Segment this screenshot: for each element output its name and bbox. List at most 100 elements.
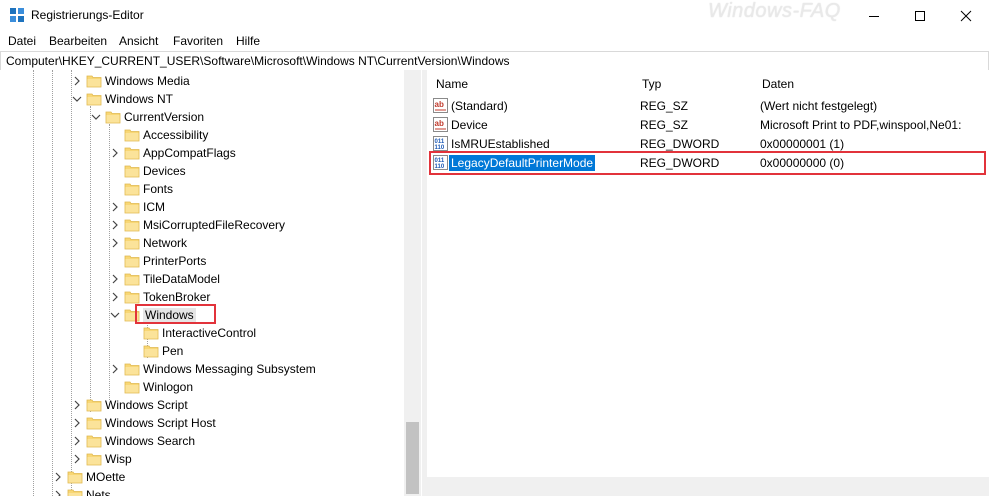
tree-item[interactable]: ICM <box>0 198 404 216</box>
menu-bar: Datei Bearbeiten Ansicht Favoriten Hilfe <box>0 31 989 51</box>
value-type: REG_SZ <box>640 99 689 113</box>
window-title: Registrierungs-Editor <box>31 8 144 22</box>
chevron-right-icon[interactable] <box>71 399 83 411</box>
string-value-icon: ab <box>433 117 448 132</box>
close-icon <box>960 10 972 21</box>
tree-item[interactable]: TileDataModel <box>0 270 404 288</box>
tree-item-label: Wisp <box>105 452 132 466</box>
tree-item-label: Windows Search <box>105 434 196 448</box>
chevron-down-icon[interactable] <box>90 111 102 123</box>
chevron-right-icon[interactable] <box>71 435 83 447</box>
tree-item-label: AppCompatFlags <box>143 146 236 160</box>
tree-item-label: MOette <box>86 470 126 484</box>
chevron-right-icon[interactable] <box>109 201 121 213</box>
value-type: REG_DWORD <box>640 137 720 151</box>
tree-item-label: Network <box>143 236 188 250</box>
tree-item[interactable]: Windows Messaging Subsystem <box>0 360 404 378</box>
minimize-button[interactable] <box>851 0 897 31</box>
chevron-right-icon[interactable] <box>71 453 83 465</box>
tree-item[interactable]: Windows Script <box>0 396 404 414</box>
tree-item[interactable]: Nets <box>0 486 404 496</box>
tree-item[interactable]: Pen <box>0 342 404 360</box>
tree-item-label: Windows Script Host <box>105 416 216 430</box>
tree-item[interactable]: Windows Script Host <box>0 414 404 432</box>
svg-text:ab: ab <box>435 119 444 128</box>
value-data: 0x00000001 (1) <box>760 137 845 151</box>
value-name: (Standard) <box>451 99 508 113</box>
close-button[interactable] <box>943 0 989 31</box>
tree-item[interactable]: Wisp <box>0 450 404 468</box>
address-bar[interactable]: Computer\HKEY_CURRENT_USER\Software\Micr… <box>0 51 989 71</box>
key-tree[interactable]: Windows Media Windows NT CurrentVersion Acc… <box>0 70 422 496</box>
value-name-text: (Standard) <box>451 99 508 113</box>
title-bar: Registrierungs-Editor Windows-FAQ <box>0 0 989 31</box>
chevron-right-icon[interactable] <box>109 147 121 159</box>
address-path[interactable]: Computer\HKEY_CURRENT_USER\Software\Micr… <box>6 54 509 68</box>
chevron-right-icon[interactable] <box>109 237 121 249</box>
chevron-right-icon[interactable] <box>109 363 121 375</box>
maximize-button[interactable] <box>897 0 943 31</box>
folder-icon <box>124 381 140 394</box>
value-name-text: Device <box>451 118 488 132</box>
folder-icon <box>86 417 102 430</box>
highlight-box-windows-key <box>135 304 216 324</box>
tree-scroll-thumb[interactable] <box>406 422 419 494</box>
value-row[interactable]: ab (Standard) REG_SZ (Wert nicht festgelegt… <box>427 96 987 115</box>
tree-item[interactable]: Fonts <box>0 180 404 198</box>
tree-item-label: Windows Media <box>105 74 190 88</box>
tree-item[interactable]: Devices <box>0 162 404 180</box>
tree-item[interactable]: MOette <box>0 468 404 486</box>
folder-icon <box>124 219 140 232</box>
menu-datei[interactable]: Datei <box>8 34 36 48</box>
chevron-down-icon[interactable] <box>109 309 121 321</box>
folder-icon <box>124 291 140 304</box>
tree-item[interactable]: AppCompatFlags <box>0 144 404 162</box>
chevron-right-icon[interactable] <box>109 219 121 231</box>
tree-item[interactable]: Windows Search <box>0 432 404 450</box>
folder-icon <box>67 489 83 496</box>
value-name-text: IsMRUEstablished <box>451 137 550 151</box>
tree-item[interactable]: MsiCorruptedFileRecovery <box>0 216 404 234</box>
regedit-app-icon <box>10 8 24 22</box>
value-row[interactable]: ab Device REG_SZ Microsoft Print to PDF,win… <box>427 115 987 134</box>
tree-item-label: Winlogon <box>143 380 194 394</box>
tree-item[interactable]: Windows Media <box>0 72 404 90</box>
chevron-right-icon[interactable] <box>71 417 83 429</box>
folder-icon <box>143 327 159 340</box>
menu-favoriten[interactable]: Favoriten <box>173 34 223 48</box>
tree-item[interactable]: Network <box>0 234 404 252</box>
tree-item-label: Nets <box>86 488 111 496</box>
column-header-data[interactable]: Daten <box>753 70 989 96</box>
folder-icon <box>124 147 140 160</box>
chevron-right-icon[interactable] <box>52 489 64 496</box>
value-list[interactable]: Name Typ Daten ab (Standard) REG_SZ (Wert n… <box>427 70 989 496</box>
menu-ansicht[interactable]: Ansicht <box>119 34 158 48</box>
chevron-right-icon[interactable] <box>109 291 121 303</box>
tree-item[interactable]: Winlogon <box>0 378 404 396</box>
tree-item[interactable]: PrinterPorts <box>0 252 404 270</box>
tree-item-label: Windows NT <box>105 92 174 106</box>
chevron-right-icon[interactable] <box>71 75 83 87</box>
folder-icon <box>86 399 102 412</box>
chevron-right-icon[interactable] <box>109 273 121 285</box>
column-header-type[interactable]: Typ <box>633 70 754 96</box>
column-header-name[interactable]: Name <box>427 70 634 96</box>
tree-item[interactable]: Windows NT <box>0 90 404 108</box>
watermark: Windows-FAQ <box>708 0 841 22</box>
tree-item[interactable]: InteractiveControl <box>0 324 404 342</box>
tree-vertical-scrollbar[interactable] <box>404 70 421 496</box>
folder-icon <box>124 165 140 178</box>
tree-item[interactable]: Accessibility <box>0 126 404 144</box>
value-data: Microsoft Print to PDF,winspool,Ne01: <box>760 118 962 132</box>
tree-item-label: Fonts <box>143 182 174 196</box>
folder-icon <box>124 183 140 196</box>
menu-bearbeiten[interactable]: Bearbeiten <box>49 34 107 48</box>
value-data: (Wert nicht festgelegt) <box>760 99 878 113</box>
chevron-down-icon[interactable] <box>71 93 83 105</box>
chevron-right-icon[interactable] <box>52 471 64 483</box>
menu-hilfe[interactable]: Hilfe <box>236 34 260 48</box>
list-horizontal-scrollbar[interactable] <box>427 477 989 496</box>
value-name: IsMRUEstablished <box>451 137 550 151</box>
tree-item-label: TileDataModel <box>143 272 220 286</box>
tree-item[interactable]: CurrentVersion <box>0 108 404 126</box>
